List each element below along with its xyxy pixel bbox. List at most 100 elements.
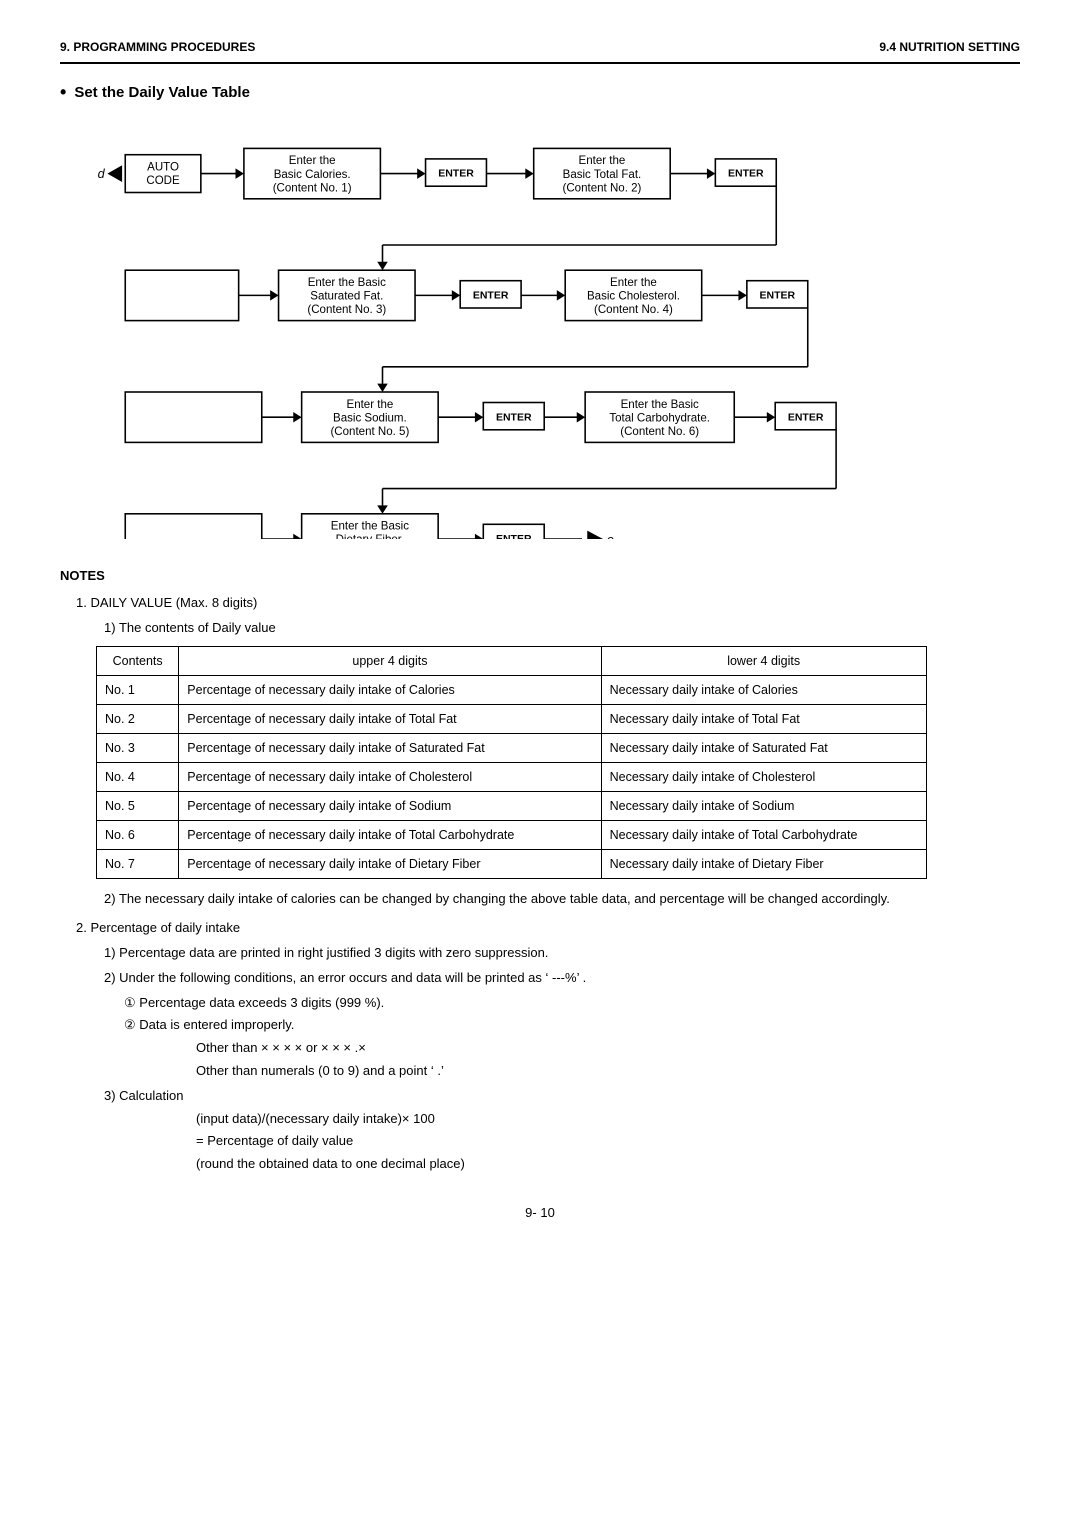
empty-box2a	[125, 270, 238, 320]
table-cell-lower: Necessary daily intake of Cholesterol	[601, 763, 926, 792]
arrowhead-enter1	[417, 168, 425, 179]
cholesterol-text2: Basic Cholesterol.	[587, 291, 680, 303]
table-cell-lower: Necessary daily intake of Sodium	[601, 792, 926, 821]
arrowhead-down2	[377, 384, 388, 392]
arrowhead-7	[293, 534, 301, 539]
note2-sub2: 2) Under the following conditions, an er…	[104, 968, 1020, 989]
note2-sub1-text: Percentage data are printed in right jus…	[119, 945, 548, 960]
note2-cir2-line1: Other than × × × × or × × × .×	[196, 1038, 1020, 1059]
arrowhead-enter6	[767, 412, 775, 423]
enter-text4: ENTER	[760, 290, 796, 302]
table-row: No. 6Percentage of necessary daily intak…	[97, 821, 927, 850]
enter-text6: ENTER	[788, 411, 824, 423]
calories-text1: Enter the	[289, 155, 336, 167]
arrowhead-enter7	[475, 534, 483, 539]
note1-sub2: 2) The necessary daily intake of calorie…	[104, 889, 1020, 910]
note1-sub1-label: 1) The contents of Daily value	[104, 618, 1020, 639]
note2-cir2-text: Data is entered improperly.	[139, 1017, 294, 1032]
arrowhead-enter3	[452, 290, 460, 301]
table-row: No. 5Percentage of necessary daily intak…	[97, 792, 927, 821]
end-label-e: e	[607, 533, 614, 539]
cholesterol-text1: Enter the	[610, 277, 657, 289]
carb-text1: Enter the Basic	[621, 399, 699, 411]
table-cell-lower: Necessary daily intake of Dietary Fiber	[601, 850, 926, 879]
table-cell-lower: Necessary daily intake of Total Carbohyd…	[601, 821, 926, 850]
note2-title: Percentage of daily intake	[90, 920, 240, 935]
arrowhead-4	[557, 290, 565, 301]
page-number: 9- 10	[60, 1205, 1020, 1220]
flowchart: AUTO CODE Enter the Basic Calories. (Con…	[60, 119, 1020, 542]
note1-title: DAILY VALUE (Max. 8 digits)	[90, 595, 257, 610]
note2-sub3: 3) Calculation	[104, 1086, 1020, 1107]
note1-sub2-text: The necessary daily intake of calories c…	[119, 891, 890, 906]
note2-sub3-line1: (input data)/(necessary daily intake)× 1…	[196, 1109, 1020, 1130]
enter-text5: ENTER	[496, 411, 532, 423]
table-cell-contents: No. 3	[97, 734, 179, 763]
start-arrow-d	[107, 165, 122, 182]
empty-box3a	[125, 392, 262, 442]
sodium-text2: Basic Sodium.	[333, 412, 407, 424]
note2-sub3-line3: (round the obtained data to one decimal …	[196, 1154, 1020, 1175]
page-header: 9. PROGRAMMING PROCEDURES 9.4 NUTRITION …	[60, 40, 1020, 54]
note2-sub2-text: Under the following conditions, an error…	[119, 970, 586, 985]
section-header-left: 9. PROGRAMMING PROCEDURES	[60, 40, 255, 54]
end-arrow-e	[587, 531, 603, 539]
notes-title: NOTES	[60, 566, 1020, 587]
cholesterol-text3: (Content No. 4)	[594, 304, 673, 316]
daily-value-table: Contents upper 4 digits lower 4 digits N…	[96, 646, 927, 879]
carb-text3: (Content No. 6)	[620, 426, 699, 438]
table-row: No. 4Percentage of necessary daily intak…	[97, 763, 927, 792]
auto-code-text2: CODE	[146, 175, 180, 187]
note2-sub1: 1) Percentage data are printed in right …	[104, 943, 1020, 964]
table-cell-upper: Percentage of necessary daily intake of …	[179, 792, 601, 821]
section-title-text: Set the Daily Value Table	[74, 84, 250, 101]
enter-text2: ENTER	[728, 168, 764, 180]
arrowhead-6	[577, 412, 585, 423]
table-cell-lower: Necessary daily intake of Total Fat	[601, 705, 926, 734]
table-header-upper: upper 4 digits	[179, 647, 601, 676]
note2-cir2-line2-text: Other than numerals (0 to 9) and a point…	[196, 1063, 444, 1078]
note2-sub3-line1-text: (input data)/(necessary daily intake)× 1…	[196, 1111, 435, 1126]
circle1-icon: ①	[124, 995, 136, 1010]
table-cell-upper: Percentage of necessary daily intake of …	[179, 763, 601, 792]
flowchart-svg: AUTO CODE Enter the Basic Calories. (Con…	[60, 119, 1020, 539]
arrowhead-enter4	[738, 290, 746, 301]
circle2-icon: ②	[124, 1017, 136, 1032]
totalfat-text3: (Content No. 2)	[563, 182, 642, 194]
fiber-text2: Dietary Fiber.	[336, 534, 405, 539]
calories-text2: Basic Calories.	[274, 169, 351, 181]
table-cell-upper: Percentage of necessary daily intake of …	[179, 850, 601, 879]
note2-sub3-line3-text: (round the obtained data to one decimal …	[196, 1156, 465, 1171]
table-cell-lower: Necessary daily intake of Saturated Fat	[601, 734, 926, 763]
enter-text1: ENTER	[438, 168, 474, 180]
sodium-text1: Enter the	[347, 399, 394, 411]
arrowhead-down3	[377, 505, 388, 513]
satfat-text3: (Content No. 3)	[307, 304, 386, 316]
note2-sub2-cir2: ② Data is entered improperly.	[124, 1015, 1020, 1036]
table-header-contents: Contents	[97, 647, 179, 676]
calories-text3: (Content No. 1)	[273, 182, 352, 194]
enter-text3: ENTER	[473, 290, 509, 302]
totalfat-text2: Basic Total Fat.	[563, 169, 642, 181]
table-cell-upper: Percentage of necessary daily intake of …	[179, 821, 601, 850]
table-cell-contents: No. 4	[97, 763, 179, 792]
arrowhead-2	[525, 168, 533, 179]
fiber-text1: Enter the Basic	[331, 521, 409, 533]
arrowhead-enter5	[475, 412, 483, 423]
table-cell-upper: Percentage of necessary daily intake of …	[179, 676, 601, 705]
table-row: No. 3Percentage of necessary daily intak…	[97, 734, 927, 763]
table-cell-contents: No. 1	[97, 676, 179, 705]
table-row: No. 2Percentage of necessary daily intak…	[97, 705, 927, 734]
arrowhead-1	[236, 168, 244, 179]
section-header-right: 9.4 NUTRITION SETTING	[879, 40, 1020, 54]
enter-text7: ENTER	[496, 533, 532, 539]
bullet-icon: •	[60, 82, 66, 103]
section-title: • Set the Daily Value Table	[60, 82, 1020, 103]
satfat-text1: Enter the Basic	[308, 277, 386, 289]
note1-sub1-text: The contents of Daily value	[119, 620, 276, 635]
table-row: No. 1Percentage of necessary daily intak…	[97, 676, 927, 705]
table-cell-contents: No. 5	[97, 792, 179, 821]
arrowhead-enter2	[707, 168, 715, 179]
carb-text2: Total Carbohydrate.	[609, 412, 710, 424]
table-cell-upper: Percentage of necessary daily intake of …	[179, 705, 601, 734]
